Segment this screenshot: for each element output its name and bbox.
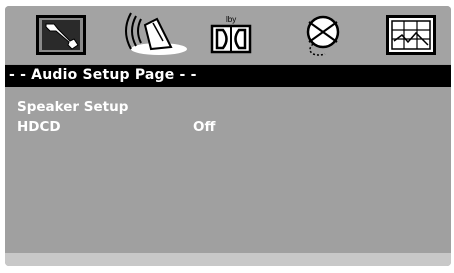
osd-screen: lby - - Audio Setup Page - - Speaker Set…: [5, 6, 451, 266]
page-title-bar: - - Audio Setup Page - -: [5, 65, 451, 87]
picture-icon: [386, 15, 436, 55]
wrench-icon: [36, 15, 86, 55]
tab-general-setup[interactable]: [36, 15, 86, 55]
tab-preference-setup[interactable]: [297, 14, 349, 56]
icon-bar: lby: [5, 6, 451, 64]
menu-item-label: HDCD: [17, 119, 61, 135]
globe-icon: [306, 15, 340, 56]
page-title: - - Audio Setup Page - -: [9, 67, 197, 83]
menu-item-value: Off: [193, 119, 216, 135]
dolby-icon: lby: [210, 15, 252, 54]
tab-audio-setup[interactable]: [123, 11, 189, 57]
tab-video-setup[interactable]: [386, 15, 436, 55]
dolby-label: lby: [226, 15, 236, 24]
menu-item-label: Speaker Setup: [17, 99, 129, 115]
status-bar: [5, 253, 451, 266]
speaker-icon: [125, 12, 187, 55]
tab-dolby-setup[interactable]: lby: [206, 11, 256, 57]
